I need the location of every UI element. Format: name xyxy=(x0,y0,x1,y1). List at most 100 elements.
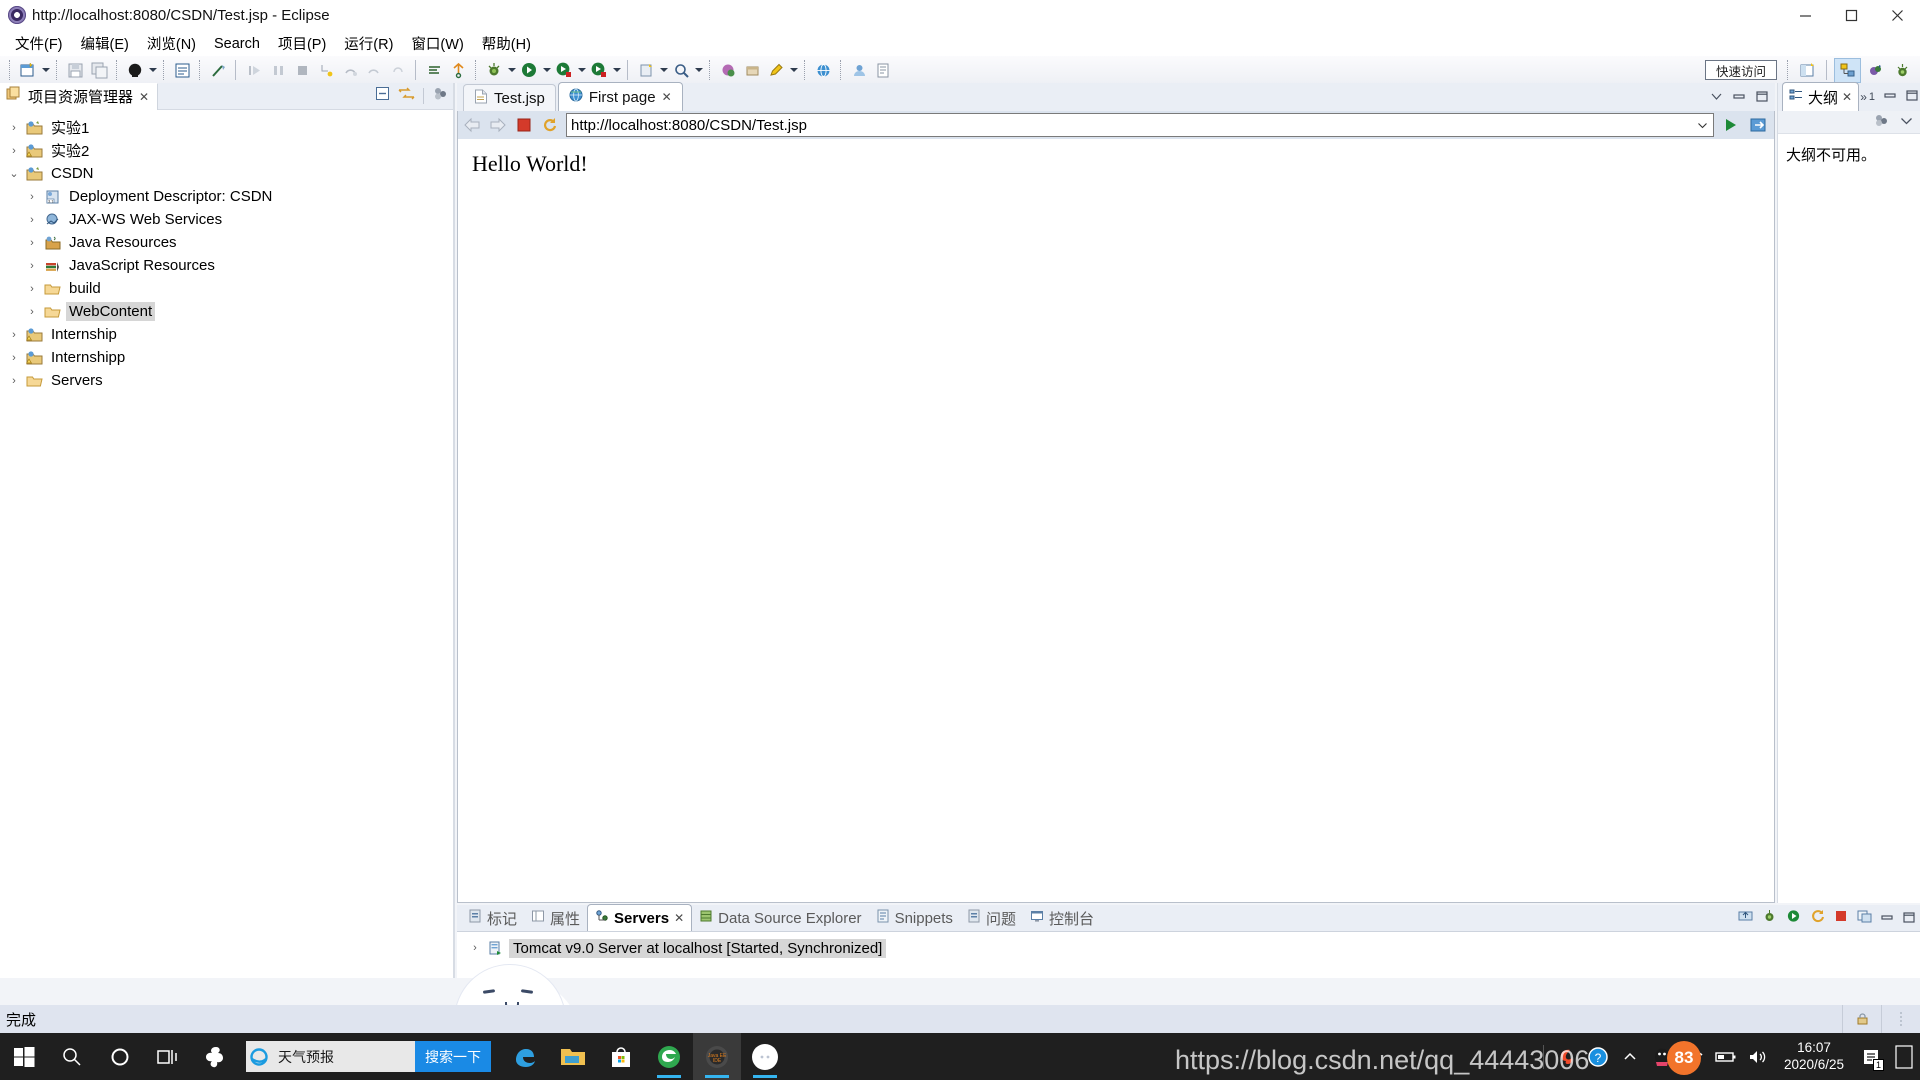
publish-icon[interactable] xyxy=(1738,909,1753,928)
cortana-icon[interactable] xyxy=(96,1033,144,1080)
maximize-icon[interactable] xyxy=(1756,89,1769,107)
close-icon[interactable]: ✕ xyxy=(139,90,149,104)
view-filter-icon[interactable] xyxy=(1873,113,1890,132)
file-explorer-icon[interactable] xyxy=(549,1033,597,1080)
taskbar-clock[interactable]: 16:07 2020/6/25 xyxy=(1774,1040,1854,1074)
view-menu-icon[interactable] xyxy=(432,86,449,106)
twisty-icon[interactable]: › xyxy=(4,145,24,157)
save-icon[interactable] xyxy=(64,59,86,81)
tab-first-page[interactable]: First page ✕ xyxy=(558,82,683,111)
drop-to-frame-icon[interactable] xyxy=(387,59,409,81)
close-icon[interactable]: ✕ xyxy=(1842,90,1852,104)
run-icon[interactable] xyxy=(518,59,540,81)
tree-item-shiyan1[interactable]: › 实验1 xyxy=(4,116,453,139)
debug-icon[interactable] xyxy=(483,59,505,81)
new-wizard-dropdown-icon[interactable] xyxy=(40,59,51,81)
close-icon[interactable]: ✕ xyxy=(662,90,672,104)
search-dropdown-icon[interactable] xyxy=(693,59,704,81)
mascot-app-icon[interactable] xyxy=(741,1033,789,1080)
pencil-icon[interactable] xyxy=(765,59,787,81)
tab-console[interactable]: 控制台 xyxy=(1023,905,1101,931)
new-class-dropdown-icon[interactable] xyxy=(658,59,669,81)
notification-icon[interactable]: 1 xyxy=(1854,1033,1888,1080)
show-hidden-icons-icon[interactable] xyxy=(1614,1033,1646,1080)
debug-perspective-icon[interactable] xyxy=(1890,59,1915,82)
tab-data-source-explorer[interactable]: Data Source Explorer xyxy=(692,905,868,931)
tree-item-csdn[interactable]: ⌄ CSDN xyxy=(4,162,453,185)
twisty-icon[interactable]: › xyxy=(4,352,24,364)
open-perspective-icon[interactable] xyxy=(1795,59,1820,82)
twisty-icon[interactable]: › xyxy=(22,191,42,203)
open-task-list-icon[interactable] xyxy=(741,59,763,81)
maximize-icon[interactable] xyxy=(1906,88,1919,106)
quick-access-field[interactable]: 快速访问 xyxy=(1705,60,1777,80)
url-input[interactable]: http://localhost:8080/CSDN/Test.jsp xyxy=(571,117,1695,134)
open-external-browser-icon[interactable] xyxy=(1748,114,1770,136)
minimize-button[interactable] xyxy=(1782,0,1828,30)
back-arrow-icon[interactable] xyxy=(462,115,482,135)
run-server-icon[interactable] xyxy=(553,59,575,81)
save-all-icon[interactable] xyxy=(88,59,110,81)
tab-project-explorer[interactable]: 项目资源管理器 ✕ xyxy=(0,83,158,110)
tab-servers[interactable]: Servers ✕ xyxy=(587,904,692,931)
debug-dropdown-icon[interactable] xyxy=(506,59,517,81)
sogou-pinyin-icon[interactable] xyxy=(192,1033,240,1080)
publish-icon[interactable] xyxy=(447,59,469,81)
maximize-icon[interactable] xyxy=(1903,910,1916,928)
search-icon[interactable] xyxy=(48,1033,96,1080)
print-dropdown-icon[interactable] xyxy=(147,59,158,81)
edge-icon[interactable] xyxy=(501,1033,549,1080)
tree-item-java-resources[interactable]: › Java Resources xyxy=(4,231,453,254)
minimize-icon[interactable] xyxy=(1733,89,1746,107)
refresh-icon[interactable] xyxy=(540,115,560,135)
view-menu-icon[interactable] xyxy=(1900,113,1913,131)
taskbar-search-button[interactable]: 搜索一下 xyxy=(415,1041,491,1072)
menu-window[interactable]: 窗口(W) xyxy=(402,31,472,56)
search-icon[interactable] xyxy=(670,59,692,81)
twisty-icon[interactable]: › xyxy=(4,122,24,134)
lock-icon[interactable] xyxy=(1842,1005,1881,1033)
new-java-ee-icon[interactable] xyxy=(171,59,193,81)
windows-start-icon[interactable] xyxy=(0,1033,48,1080)
close-button[interactable] xyxy=(1874,0,1920,30)
step-into-icon[interactable] xyxy=(315,59,337,81)
close-icon[interactable]: ✕ xyxy=(674,911,684,925)
profile-icon[interactable] xyxy=(588,59,610,81)
taskbar-search-box[interactable]: 天气预报 搜索一下 xyxy=(246,1041,491,1072)
publish-all-icon[interactable] xyxy=(1857,909,1872,928)
suspend-icon[interactable] xyxy=(267,59,289,81)
tree-item-jaxws[interactable]: › JAX-WS Web Services xyxy=(4,208,453,231)
twisty-icon[interactable]: › xyxy=(22,283,42,295)
start-icon[interactable] xyxy=(1786,909,1801,928)
maximize-button[interactable] xyxy=(1828,0,1874,30)
java-perspective-icon[interactable] xyxy=(1863,59,1888,82)
battery-icon[interactable] xyxy=(1710,1033,1742,1080)
tree-item-servers[interactable]: › Servers xyxy=(4,369,453,392)
twisty-icon[interactable]: › xyxy=(4,375,24,387)
print-icon[interactable] xyxy=(124,59,146,81)
tree-item-build[interactable]: › build xyxy=(4,277,453,300)
step-return-icon[interactable] xyxy=(363,59,385,81)
quick-access-toggle-icon[interactable] xyxy=(207,59,229,81)
task-view-icon[interactable] xyxy=(144,1033,192,1080)
volume-icon[interactable] xyxy=(1742,1033,1774,1080)
twisty-icon[interactable]: › xyxy=(22,260,42,272)
run-dropdown-icon[interactable] xyxy=(541,59,552,81)
menu-navigate[interactable]: 浏览(N) xyxy=(138,31,205,56)
new-wizard-icon[interactable] xyxy=(17,59,39,81)
tree-item-shiyan2[interactable]: › 实验2 xyxy=(4,139,453,162)
go-icon[interactable] xyxy=(1720,114,1742,136)
tree-item-internship[interactable]: › Internship xyxy=(4,323,453,346)
open-task-icon[interactable] xyxy=(423,59,445,81)
eclipse-green-icon[interactable] xyxy=(645,1033,693,1080)
pencil-dropdown-icon[interactable] xyxy=(788,59,799,81)
help-icon[interactable]: ? xyxy=(1582,1033,1614,1080)
twisty-icon[interactable]: › xyxy=(22,214,42,226)
web-browser-icon[interactable] xyxy=(812,59,834,81)
minimize-icon[interactable] xyxy=(1884,88,1897,106)
menu-edit[interactable]: 编辑(E) xyxy=(72,31,138,56)
menu-file[interactable]: 文件(F) xyxy=(6,31,72,56)
overflow-chevron-icon[interactable]: » xyxy=(1860,90,1867,104)
new-class-icon[interactable] xyxy=(635,59,657,81)
twisty-icon[interactable]: › xyxy=(22,237,42,249)
